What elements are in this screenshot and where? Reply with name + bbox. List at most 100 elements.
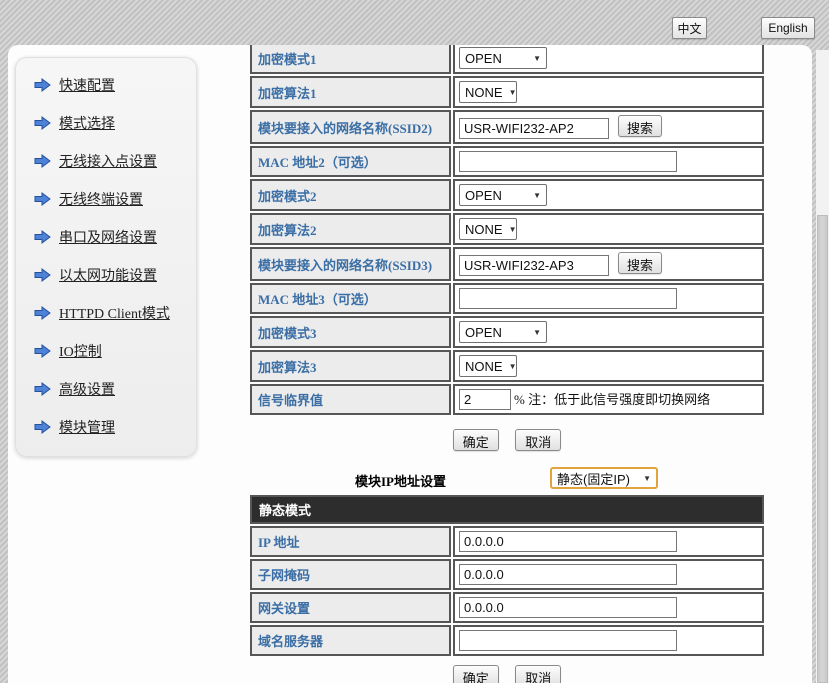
row-label: 信号临界值 <box>250 384 451 415</box>
table-row: IP 地址 <box>250 526 764 557</box>
blue-arrow-icon <box>34 192 51 206</box>
blue-arrow-icon <box>34 78 51 92</box>
wireless-cancel-button[interactable]: 取消 <box>515 429 561 451</box>
ip-mode-select[interactable]: 静态(固定IP) ▼ <box>550 467 658 489</box>
blue-arrow-icon <box>34 268 51 282</box>
row-label: 加密算法2 <box>250 213 451 245</box>
row-label: 加密算法3 <box>250 350 451 382</box>
main-form-area: 加密模式1 OPEN▼ 加密算法1 NONE▼ 模块要接入的网络名称(SSID2… <box>248 45 766 683</box>
sidebar-link[interactable]: 无线接入点设置 <box>59 151 157 171</box>
vertical-scrollbar[interactable] <box>816 50 829 683</box>
gateway-input[interactable] <box>459 597 677 618</box>
subnet-mask-input[interactable] <box>459 564 677 585</box>
encryption-algorithm-3-select[interactable]: NONE▼ <box>459 355 517 377</box>
blue-arrow-icon <box>34 382 51 396</box>
table-row: MAC 地址2（可选） <box>250 146 764 177</box>
table-row: 加密模式1 OPEN▼ <box>250 45 764 74</box>
sidebar-link[interactable]: 快速配置 <box>59 75 115 95</box>
row-label: 域名服务器 <box>250 625 451 656</box>
blue-arrow-icon <box>34 154 51 168</box>
wireless-settings-table: 加密模式1 OPEN▼ 加密算法1 NONE▼ 模块要接入的网络名称(SSID2… <box>248 45 766 417</box>
encryption-algorithm-2-select[interactable]: NONE▼ <box>459 218 517 240</box>
sidebar-item-ethernet-settings[interactable]: 以太网功能设置 <box>34 264 188 286</box>
mac3-input[interactable] <box>459 288 677 309</box>
ip-section-title: 模块IP地址设置 <box>355 471 446 490</box>
row-label: 网关设置 <box>250 592 451 623</box>
select-value: OPEN <box>465 51 502 66</box>
sidebar-item-httpd-client-mode[interactable]: HTTPD Client模式 <box>34 302 188 324</box>
chinese-language-button[interactable]: 中文 <box>672 17 707 39</box>
wireless-ok-button[interactable]: 确定 <box>453 429 499 451</box>
table-row: 加密算法3 NONE▼ <box>250 350 764 382</box>
dns-server-input[interactable] <box>459 630 677 651</box>
sidebar-link[interactable]: 高级设置 <box>59 379 115 399</box>
sidebar-link[interactable]: 模式选择 <box>59 113 115 133</box>
page: { "topbar": { "chinese": "中文", "english"… <box>0 0 829 683</box>
sidebar-item-quick-config[interactable]: 快速配置 <box>34 74 188 96</box>
scrollbar-thumb[interactable] <box>817 215 828 683</box>
signal-threshold-note: % 注：低于此信号强度即切换网络 <box>514 392 710 407</box>
static-mode-header: 静态模式 <box>250 495 764 524</box>
sidebar-nav: 快速配置 模式选择 无线接入点设置 无线终端设置 串口及网络设置 以太网功能设置… <box>15 57 197 457</box>
sidebar-link[interactable]: 无线终端设置 <box>59 189 143 209</box>
sidebar-item-advanced-settings[interactable]: 高级设置 <box>34 378 188 400</box>
blue-arrow-icon <box>34 306 51 320</box>
chevron-down-icon: ▼ <box>509 88 517 97</box>
sidebar-link[interactable]: IO控制 <box>59 341 102 361</box>
row-label: 加密模式2 <box>250 179 451 211</box>
blue-arrow-icon <box>34 344 51 358</box>
table-row: 子网掩码 <box>250 559 764 590</box>
encryption-mode-3-select[interactable]: OPEN ▼ <box>459 321 547 343</box>
table-row: 加密算法2 NONE▼ <box>250 213 764 245</box>
sidebar-item-serial-network-settings[interactable]: 串口及网络设置 <box>34 226 188 248</box>
chevron-down-icon: ▼ <box>533 54 541 63</box>
ssid2-input[interactable] <box>459 118 609 139</box>
ssid3-input[interactable] <box>459 255 609 276</box>
chevron-down-icon: ▼ <box>643 474 651 483</box>
sidebar-link[interactable]: 模块管理 <box>59 417 115 437</box>
chevron-down-icon: ▼ <box>509 362 517 371</box>
sidebar-item-wireless-ap-settings[interactable]: 无线接入点设置 <box>34 150 188 172</box>
ip-mode-row: 模块IP地址设置 静态(固定IP) ▼ <box>248 465 766 493</box>
encryption-mode-1-select[interactable]: OPEN ▼ <box>459 47 547 69</box>
table-row: 静态模式 <box>250 495 764 524</box>
row-label: IP 地址 <box>250 526 451 557</box>
ssid2-search-button[interactable]: 搜索 <box>618 115 662 137</box>
sidebar-item-module-management[interactable]: 模块管理 <box>34 416 188 438</box>
chevron-down-icon: ▼ <box>533 328 541 337</box>
static-ip-table: 静态模式 IP 地址 子网掩码 网关设置 域名服务器 <box>248 493 766 658</box>
encryption-mode-2-select[interactable]: OPEN▼ <box>459 184 547 206</box>
row-label: MAC 地址2（可选） <box>250 146 451 177</box>
encryption-algorithm-1-select[interactable]: NONE ▼ <box>459 81 517 103</box>
blue-arrow-icon <box>34 420 51 434</box>
english-language-button[interactable]: English <box>761 17 815 39</box>
chevron-down-icon: ▼ <box>533 191 541 200</box>
select-value: 静态(固定IP) <box>557 469 630 488</box>
table-row: 加密模式2 OPEN▼ <box>250 179 764 211</box>
sidebar-link[interactable]: HTTPD Client模式 <box>59 303 170 323</box>
sidebar-item-wireless-sta-settings[interactable]: 无线终端设置 <box>34 188 188 210</box>
row-label: 加密模式3 <box>250 316 451 348</box>
signal-threshold-input[interactable] <box>459 389 511 410</box>
sidebar-link[interactable]: 串口及网络设置 <box>59 227 157 247</box>
mac2-input[interactable] <box>459 151 677 172</box>
blue-arrow-icon <box>34 116 51 130</box>
table-row: 加密模式3 OPEN ▼ <box>250 316 764 348</box>
select-value: NONE <box>465 85 503 100</box>
sidebar-link[interactable]: 以太网功能设置 <box>59 265 157 285</box>
ip-address-input[interactable] <box>459 531 677 552</box>
wireless-actions: 确定 取消 <box>248 429 766 452</box>
table-row: MAC 地址3（可选） <box>250 283 764 314</box>
row-label: 模块要接入的网络名称(SSID3) <box>250 247 451 281</box>
ip-ok-button[interactable]: 确定 <box>453 665 499 683</box>
select-value: OPEN <box>465 325 502 340</box>
ip-cancel-button[interactable]: 取消 <box>515 665 561 683</box>
row-label: MAC 地址3（可选） <box>250 283 451 314</box>
table-row: 加密算法1 NONE ▼ <box>250 76 764 108</box>
ssid3-search-button[interactable]: 搜索 <box>618 252 662 274</box>
row-label: 加密算法1 <box>250 76 451 108</box>
table-row: 模块要接入的网络名称(SSID3) 搜索 <box>250 247 764 281</box>
sidebar-item-io-control[interactable]: IO控制 <box>34 340 188 362</box>
table-row: 信号临界值 % 注：低于此信号强度即切换网络 <box>250 384 764 415</box>
sidebar-item-mode-select[interactable]: 模式选择 <box>34 112 188 134</box>
